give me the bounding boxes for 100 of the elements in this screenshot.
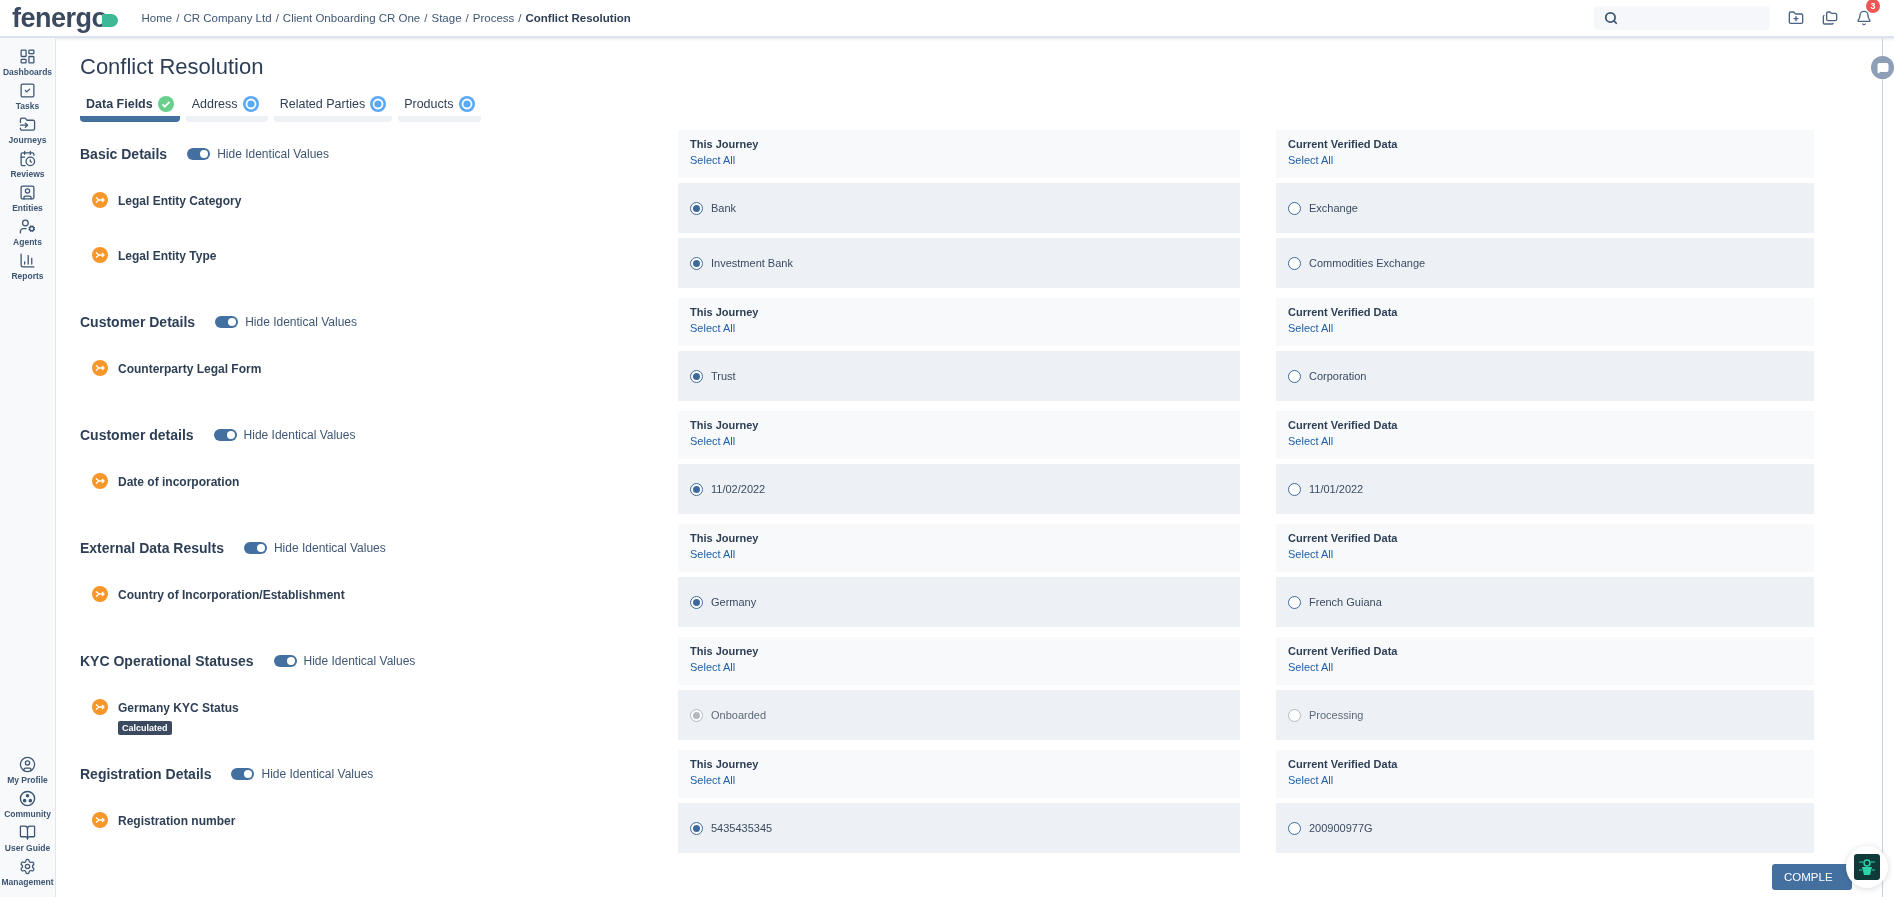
option-row[interactable]: French Guiana [1276,577,1814,627]
progress-ring-icon [458,96,475,112]
breadcrumb-link[interactable]: Home [141,12,173,24]
select-all-link[interactable]: Select All [690,154,1228,166]
radio-button[interactable] [690,369,703,383]
merge-icon [92,360,108,376]
user-gear-icon [19,218,36,235]
merge-icon [92,192,108,208]
field-label: Counterparty Legal Form [118,362,262,376]
tab[interactable]: Address [185,96,268,122]
folders-button[interactable] [1822,10,1838,26]
option-row[interactable]: Commodities Exchange [1276,238,1814,288]
radio-button[interactable] [1288,256,1301,270]
sidebar-item[interactable]: Entities [0,184,55,213]
breadcrumb-link[interactable]: Conflict Resolution [525,12,631,24]
breadcrumb-separator: / [275,12,279,24]
toggle-switch[interactable] [215,316,239,328]
toggle-label: Hide Identical Values [217,147,329,161]
option-row[interactable]: Corporation [1276,351,1814,401]
select-all-link[interactable]: Select All [1288,154,1802,166]
sidebar-item[interactable]: Journeys [0,116,55,145]
option-row[interactable]: Germany [678,577,1240,627]
search-field[interactable] [1594,6,1770,30]
section-title: Customer Details [80,314,196,330]
radio-button[interactable] [690,595,703,609]
option-text: Corporation [1309,370,1367,382]
breadcrumb-separator: / [424,12,428,24]
assistant-button[interactable] [1846,846,1888,888]
column-title: This Journey [690,419,760,431]
radio-button[interactable] [1288,595,1301,609]
option-row[interactable]: Exchange [1276,183,1814,233]
radio-button[interactable] [690,256,703,270]
select-all-link[interactable]: Select All [1288,548,1802,560]
option-row[interactable]: Trust [678,351,1240,401]
select-all-link[interactable]: Select All [690,322,1228,334]
field-label: Country of Incorporation/Establishment [118,588,345,602]
select-all-link[interactable]: Select All [690,774,1228,786]
folder-arrow-icon [19,116,36,133]
breadcrumb-link[interactable]: Stage [431,12,462,24]
checkbox-icon [19,82,36,99]
sidebar-item[interactable]: Community [0,790,55,819]
toggle-label: Hide Identical Values [243,428,356,442]
option-row[interactable]: Investment Bank [678,238,1240,288]
toggle-switch[interactable] [243,542,267,554]
select-all-link[interactable]: Select All [690,661,1228,673]
search-icon [1604,11,1618,25]
toggle-switch[interactable] [273,655,297,667]
sidebar-item[interactable]: User Guide [0,824,55,853]
merge-icon [92,699,108,715]
option-row[interactable]: 11/01/2022 [1276,464,1814,514]
option-row[interactable]: 5435435345 [678,803,1240,853]
toggle-switch[interactable] [187,148,211,160]
tab[interactable]: Data Fields [80,96,180,122]
notifications-button[interactable] [1856,10,1872,26]
column-title: This Journey [690,758,760,770]
option-row[interactable]: 11/02/2022 [678,464,1240,514]
progress-ring-icon [242,96,259,112]
tab[interactable]: Products [398,96,481,122]
toggle-switch[interactable] [213,429,237,441]
radio-button[interactable] [1288,821,1301,835]
field-label: Legal Entity Category [118,194,242,208]
option-text: 11/01/2022 [1309,483,1364,495]
calculated-badge: Calculated [118,721,172,735]
sidebar-item[interactable]: Agents [0,218,55,247]
sidebar-item[interactable]: Tasks [0,82,55,111]
chat-icon [1876,61,1889,74]
radio-button[interactable] [690,482,703,496]
toggle-switch[interactable] [231,768,255,780]
breadcrumb-separator: / [518,12,522,24]
breadcrumb-link[interactable]: Process [472,12,515,24]
new-folder-button[interactable] [1788,10,1804,26]
option-row[interactable]: Bank [678,183,1240,233]
select-all-link[interactable]: Select All [1288,661,1802,673]
sidebar-item[interactable]: Reviews [0,150,55,179]
breadcrumb-link[interactable]: CR Company Ltd [183,12,272,24]
select-all-link[interactable]: Select All [690,435,1228,447]
tab[interactable]: Related Parties [273,96,393,122]
option-text: 5435435345 [711,822,773,834]
radio-button[interactable] [1288,201,1301,215]
option-row[interactable]: 200900977G [1276,803,1814,853]
radio-button[interactable] [1288,369,1301,383]
column-title: Current Verified Data [1288,306,1399,318]
sidebar-item[interactable]: Management [0,858,55,887]
id-card-icon [19,184,36,201]
breadcrumb-link[interactable]: Client Onboarding CR One [282,12,421,24]
merge-icon [92,247,108,263]
chat-button[interactable] [1871,56,1894,79]
sidebar-item[interactable]: My Profile [0,756,55,785]
community-icon [19,790,36,807]
radio-button[interactable] [690,821,703,835]
sidebar-item[interactable]: Reports [0,252,55,281]
complete-button[interactable]: COMPLE [1772,864,1852,890]
select-all-link[interactable]: Select All [690,548,1228,560]
select-all-link[interactable]: Select All [1288,774,1802,786]
select-all-link[interactable]: Select All [1288,435,1802,447]
sidebar-item[interactable]: Dashboards [0,48,55,77]
radio-button[interactable] [690,201,703,215]
toggle-label: Hide Identical Values [245,315,357,329]
radio-button[interactable] [1288,482,1301,496]
select-all-link[interactable]: Select All [1288,322,1802,334]
